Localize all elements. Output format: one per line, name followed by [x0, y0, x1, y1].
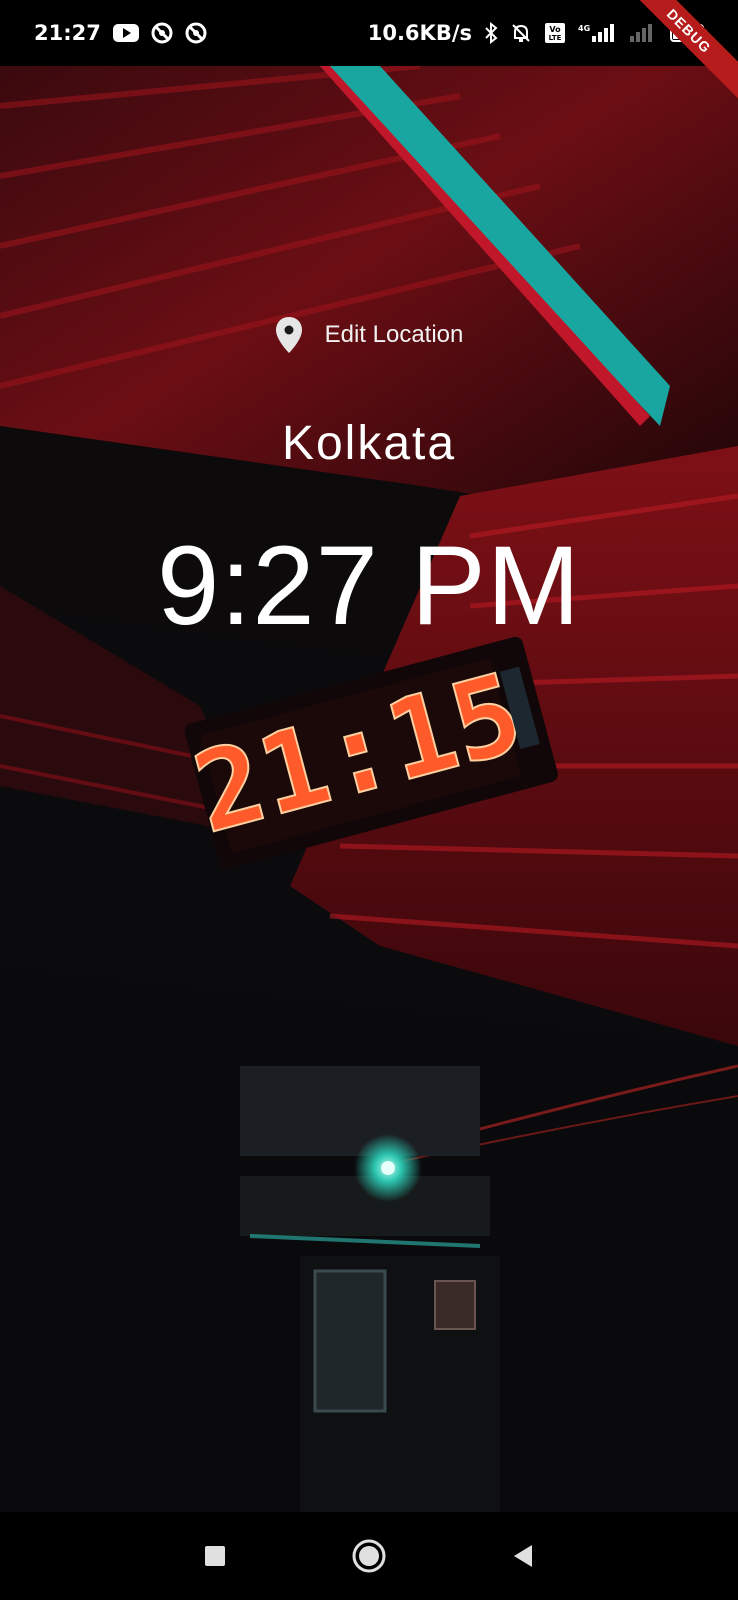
youtube-icon	[112, 23, 139, 43]
current-time: 9:27 PM	[156, 523, 582, 648]
svg-text:LTE: LTE	[549, 34, 562, 42]
background-scene: 21:15	[0, 66, 738, 1512]
volte-icon: Vo LTE	[544, 22, 566, 44]
back-triangle-icon[interactable]	[501, 1534, 545, 1578]
city-name: Kolkata	[281, 417, 457, 470]
status-left: 21:27	[34, 21, 207, 45]
sync-icon	[185, 22, 207, 44]
net-speed: 10.6KB/s	[367, 21, 472, 45]
svg-text:Vo: Vo	[549, 25, 561, 34]
recents-square-icon[interactable]	[193, 1534, 237, 1578]
edit-location-label: Edit Location	[324, 321, 464, 348]
mute-bell-icon	[510, 22, 532, 44]
edit-location-button[interactable]: Edit Location	[0, 316, 738, 354]
signal-4g-icon: 4G	[578, 22, 616, 44]
status-right: 10.6KB/s VoLTE 4G 13	[368, 21, 710, 45]
system-nav-bar	[0, 1512, 738, 1600]
location-pin-icon	[275, 316, 303, 354]
svg-text:4G: 4G	[578, 24, 590, 33]
status-bar: 21:27 10.6KB/s VoLTE 4G 13	[0, 0, 738, 66]
sync-icon	[151, 22, 173, 44]
status-time: 21:27	[34, 21, 101, 45]
signal-empty-icon	[628, 22, 658, 44]
home-circle-icon[interactable]	[347, 1534, 391, 1578]
bluetooth-icon	[484, 22, 498, 44]
